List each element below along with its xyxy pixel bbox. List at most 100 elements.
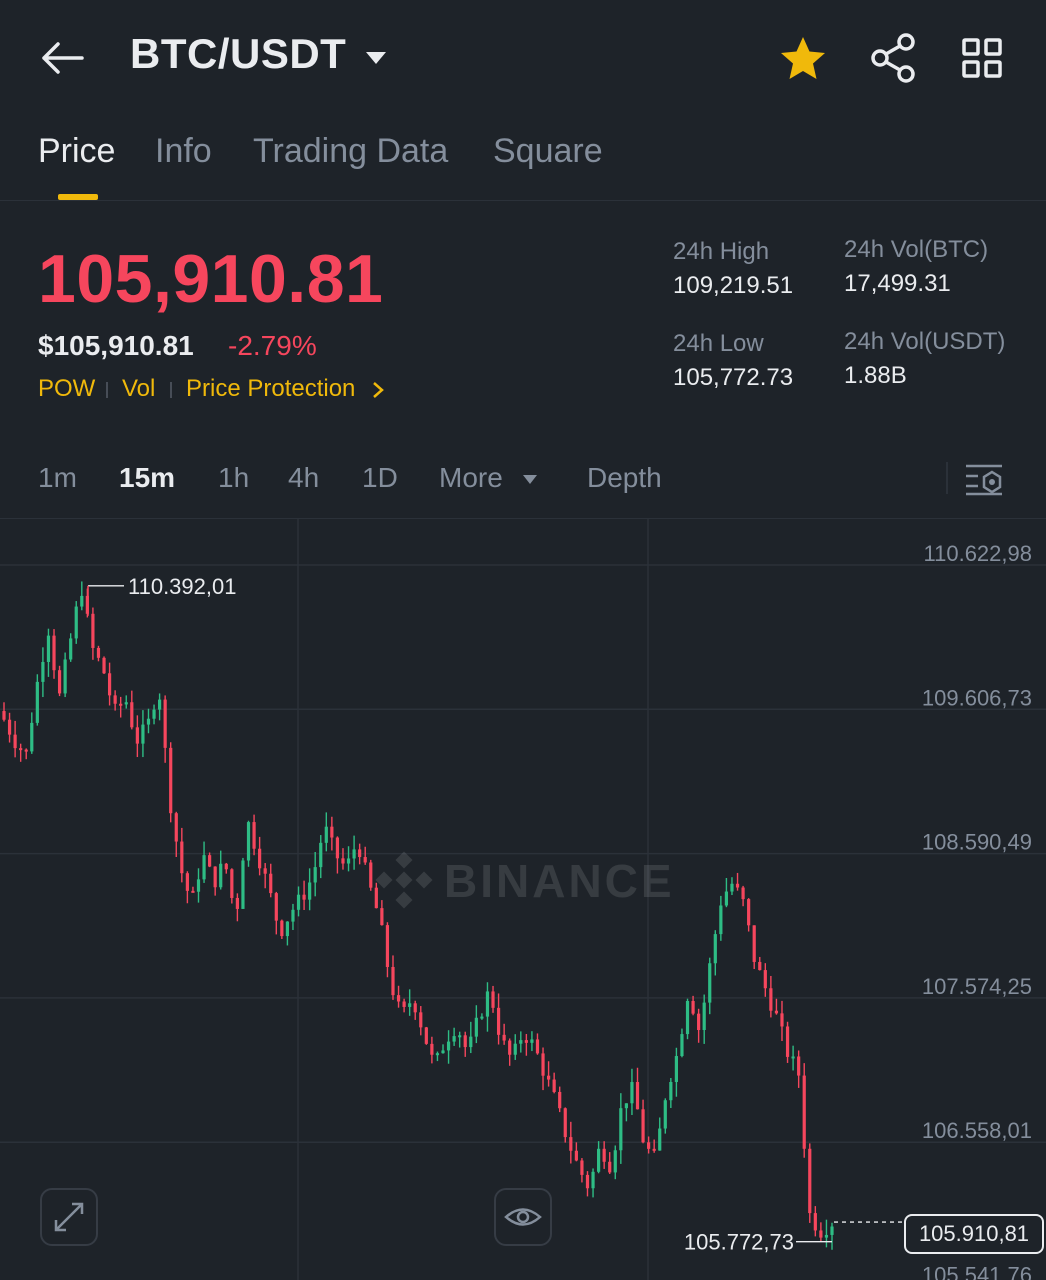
candle-body [452, 1036, 456, 1042]
tab-trading-data[interactable]: Trading Data [253, 132, 448, 171]
candle-body [385, 925, 390, 967]
candle-body [102, 657, 106, 674]
chevron-right-icon[interactable] [370, 380, 386, 400]
pair-title[interactable]: BTC/USDT [130, 30, 346, 78]
candle-body [408, 1003, 412, 1007]
divider [946, 462, 948, 494]
candle-body [619, 1108, 623, 1151]
chart-settings-icon[interactable] [962, 462, 1006, 498]
candle-body [274, 893, 278, 921]
candle-body [113, 695, 117, 704]
candle-body [624, 1103, 628, 1109]
candle-body [608, 1161, 612, 1173]
candle-body [396, 995, 401, 1002]
candle-body [641, 1109, 645, 1143]
candle-body [124, 702, 128, 705]
candle-body [791, 1056, 795, 1059]
candle-body [363, 857, 367, 863]
candle-body [485, 991, 490, 1017]
candle-body [413, 1003, 417, 1013]
candle-body [774, 1010, 779, 1014]
candle-body [580, 1160, 584, 1175]
candle-body [130, 702, 134, 728]
candle-body [63, 659, 67, 694]
candle-body [352, 849, 356, 859]
candle-body [458, 1035, 462, 1038]
tag-price-protection[interactable]: Price Protection [186, 375, 355, 403]
candle-body [169, 747, 173, 814]
candle-body [324, 826, 328, 843]
candle-body [519, 1040, 523, 1044]
share-icon[interactable] [868, 32, 920, 84]
candle-body [219, 863, 223, 888]
interval-1d[interactable]: 1D [362, 462, 398, 494]
candle-body [308, 882, 312, 900]
candle-body [313, 867, 317, 883]
candle-body [563, 1108, 567, 1138]
candle-body [780, 1013, 784, 1027]
candle-body [752, 925, 756, 962]
candle-body [691, 1000, 695, 1014]
interval-1m[interactable]: 1m [38, 462, 77, 494]
candle-body [157, 699, 162, 710]
candle-body [152, 709, 156, 719]
candle-body [813, 1213, 817, 1231]
candle-body [7, 719, 12, 735]
interval-depth[interactable]: Depth [587, 462, 662, 494]
candle-body [508, 1040, 512, 1055]
candle-body [785, 1026, 790, 1057]
candle-body [213, 866, 217, 888]
candle-body [346, 858, 351, 864]
candle-body [185, 873, 189, 891]
interval-more[interactable]: More [439, 462, 503, 494]
binance-watermark: BINANCE [372, 848, 682, 912]
stat-24h-vol-usdt-label: 24h Vol(USDT) [844, 328, 1006, 355]
candle-body [202, 855, 206, 880]
tab-square[interactable]: Square [493, 132, 603, 171]
visibility-button[interactable] [494, 1188, 552, 1246]
candle-body [735, 883, 740, 888]
current-price-marker: 105.910,81 [904, 1214, 1044, 1254]
candle-body [424, 1027, 428, 1044]
candle-body [402, 1001, 406, 1007]
candle-body [669, 1081, 673, 1101]
candle-body [830, 1226, 834, 1235]
watermark-text: BINANCE [444, 855, 675, 907]
candle-body [69, 638, 73, 660]
tab-info[interactable]: Info [155, 132, 212, 171]
grid-icon[interactable] [958, 34, 1006, 82]
candle-body [469, 1036, 473, 1048]
caret-down-icon[interactable] [364, 50, 388, 66]
tag-separator [106, 382, 108, 398]
candle-body [302, 894, 306, 900]
candle-body [824, 1234, 829, 1238]
candle-body [107, 673, 112, 696]
interval-4h[interactable]: 4h [288, 462, 319, 494]
tab-price[interactable]: Price [38, 132, 115, 171]
candle-body [719, 905, 723, 935]
candle-body [463, 1035, 467, 1048]
eye-icon [504, 1208, 542, 1226]
candle-body [819, 1230, 823, 1238]
candle-body [19, 748, 23, 751]
candle-body [802, 1075, 806, 1149]
fullscreen-button[interactable] [40, 1188, 98, 1246]
candle-body [530, 1039, 534, 1043]
interval-1h[interactable]: 1h [218, 462, 249, 494]
back-arrow-icon[interactable] [40, 36, 86, 80]
candle-body [680, 1034, 684, 1057]
candle-body [763, 970, 767, 989]
interval-15m[interactable]: 15m [119, 462, 175, 494]
candle-body [341, 858, 345, 864]
tag-vol[interactable]: Vol [122, 375, 155, 403]
caret-down-icon[interactable] [522, 474, 538, 486]
candle-body [35, 681, 39, 723]
high-marker-label: 110.392,01 [128, 574, 236, 599]
candle-body [224, 863, 228, 870]
candle-body [119, 703, 123, 706]
star-icon[interactable] [778, 34, 828, 84]
tag-pow[interactable]: POW [38, 375, 95, 403]
candle-body [135, 727, 139, 744]
candle-body [708, 963, 712, 1003]
candle-body [174, 813, 178, 842]
